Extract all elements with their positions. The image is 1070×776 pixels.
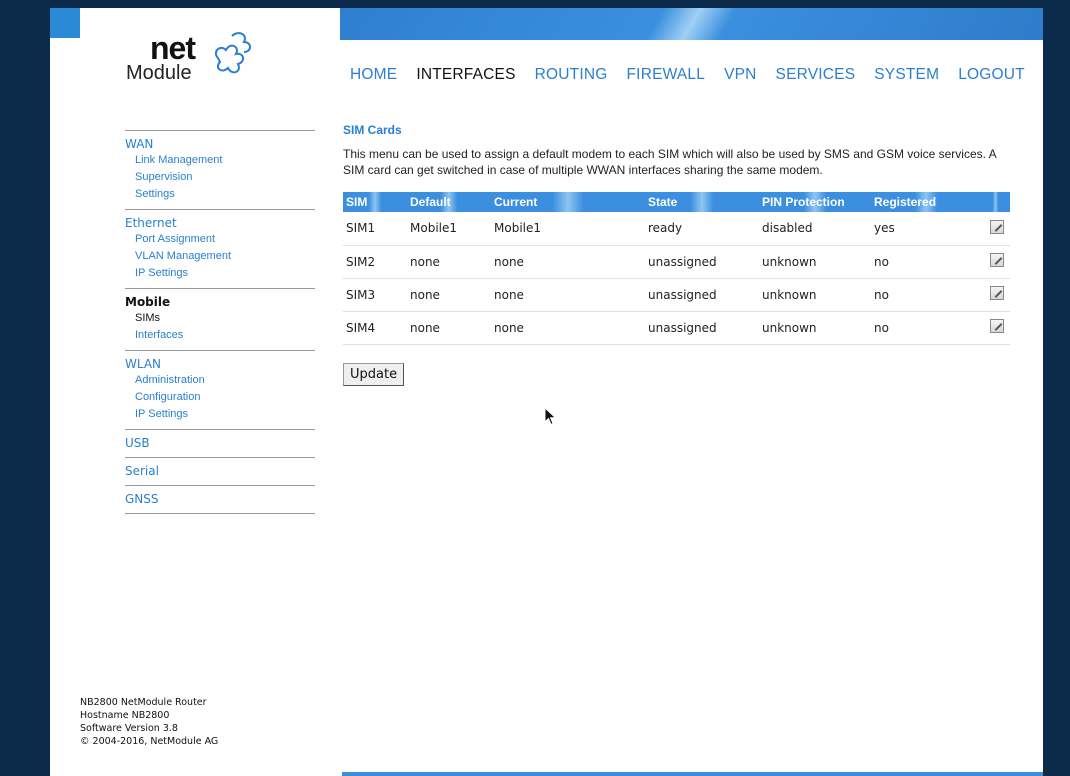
sidebar-item-vlan-management[interactable]: VLAN Management (135, 248, 315, 265)
table-cell: unassigned (645, 311, 759, 345)
update-button[interactable]: Update (343, 362, 405, 386)
sim-table: SIM Default Current State PIN Protection Regi… (343, 192, 1010, 345)
sidebar-item-interfaces[interactable]: Interfaces (135, 327, 315, 344)
sidebar: WAN Link Management Supervision Settings Eth… (125, 130, 315, 514)
sidebar-heading-usb[interactable]: USB (125, 435, 315, 451)
edit-icon[interactable] (990, 253, 1004, 267)
header-band (340, 8, 1043, 40)
edit-icon[interactable] (990, 319, 1004, 333)
sidebar-item-settings[interactable]: Settings (135, 186, 315, 203)
column-header: State (645, 192, 759, 212)
nav-logout[interactable]: LOGOUT (958, 66, 1025, 84)
sidebar-heading-gnss[interactable]: GNSS (125, 491, 315, 507)
table-cell: unknown (759, 278, 871, 312)
column-header: Registered (871, 192, 981, 212)
sidebar-heading-wan[interactable]: WAN (125, 136, 315, 152)
nav-firewall[interactable]: FIREWALL (627, 66, 706, 84)
sidebar-group-gnss: GNSS (125, 485, 315, 514)
footer-band (342, 772, 1043, 776)
sidebar-item-port-assignment[interactable]: Port Assignment (135, 231, 315, 248)
main-content: SIM Cards This menu can be used to assig… (343, 123, 1013, 386)
netmodule-logo[interactable]: net Module (116, 26, 266, 86)
table-cell: none (491, 278, 645, 312)
sidebar-item-configuration[interactable]: Configuration (135, 389, 315, 406)
table-cell: none (407, 245, 491, 279)
table-cell-actions (981, 212, 1010, 246)
table-cell: yes (871, 212, 981, 246)
table-cell: SIM3 (343, 278, 407, 312)
table-row: SIM3 none none unassigned unknown no (343, 278, 1010, 312)
sidebar-group-usb: USB (125, 429, 315, 457)
table-cell: no (871, 311, 981, 345)
table-row: SIM2 none none unassigned unknown no (343, 245, 1010, 279)
nav-system[interactable]: SYSTEM (874, 66, 939, 84)
nav-routing[interactable]: ROUTING (535, 66, 608, 84)
column-header: SIM (343, 192, 407, 212)
sim-table-header: SIM Default Current State PIN Protection Regi… (343, 192, 1010, 212)
table-cell: unassigned (645, 278, 759, 312)
column-header: Current (491, 192, 645, 212)
table-cell: SIM4 (343, 311, 407, 345)
edit-icon[interactable] (990, 219, 1004, 234)
device-info: NB2800 NetModule Router Hostname NB2800 So… (80, 696, 218, 748)
edit-icon[interactable] (990, 286, 1004, 300)
sidebar-group-wan: WAN Link Management Supervision Settings (125, 130, 315, 209)
sidebar-item-ip-settings[interactable]: IP Settings (135, 406, 315, 423)
table-cell: none (491, 245, 645, 279)
table-cell: unknown (759, 311, 871, 345)
logo-module-text: Module (126, 62, 192, 84)
table-cell-actions (981, 278, 1010, 312)
column-header: Default (407, 192, 491, 212)
sidebar-item-administration[interactable]: Administration (135, 372, 315, 389)
sidebar-group-ethernet: Ethernet Port Assignment VLAN Management IP… (125, 209, 315, 288)
device-info-line: Software Version 3.8 (80, 723, 178, 734)
table-cell: none (407, 278, 491, 312)
sidebar-item-link-management[interactable]: Link Management (135, 152, 315, 169)
page-description: This menu can be used to assign a defaul… (343, 147, 996, 177)
top-navigation: HOME INTERFACES ROUTING FIREWALL VPN SERVICES… (350, 66, 1043, 84)
puzzle-logo-icon (214, 32, 251, 74)
device-info-line: © 2004-2016, NetModule AG (80, 736, 219, 747)
table-cell: unassigned (645, 245, 759, 279)
nav-services[interactable]: SERVICES (776, 66, 856, 84)
sidebar-heading-ethernet[interactable]: Ethernet (125, 215, 315, 231)
mouse-cursor-icon (544, 407, 557, 426)
sidebar-heading-wlan[interactable]: WLAN (125, 356, 315, 372)
table-cell-actions (981, 311, 1010, 345)
nav-vpn[interactable]: VPN (724, 66, 756, 84)
table-cell: SIM1 (343, 212, 407, 246)
sidebar-item-sims[interactable]: SIMs (135, 310, 315, 327)
table-row: SIM4 none none unassigned unknown no (343, 311, 1010, 345)
table-cell: Mobile1 (491, 212, 645, 246)
column-header: PIN Protection (759, 192, 871, 212)
sidebar-item-supervision[interactable]: Supervision (135, 169, 315, 186)
table-cell: no (871, 245, 981, 279)
sidebar-group-serial: Serial (125, 457, 315, 485)
device-info-line: Hostname NB2800 (80, 710, 170, 721)
table-cell: ready (645, 212, 759, 246)
table-cell: SIM2 (343, 245, 407, 279)
sidebar-group-mobile: Mobile SIMs Interfaces (125, 288, 315, 350)
table-cell-actions (981, 245, 1010, 279)
table-cell: none (407, 311, 491, 345)
corner-accent (50, 8, 80, 38)
sidebar-group-wlan: WLAN Administration Configuration IP Settin… (125, 350, 315, 429)
sidebar-heading-serial[interactable]: Serial (125, 463, 315, 479)
page-frame: net Module HOME INTERFACES ROUTING FIREWALL… (50, 8, 1043, 776)
table-cell: none (491, 311, 645, 345)
sidebar-item-ip-settings[interactable]: IP Settings (135, 265, 315, 282)
table-cell: no (871, 278, 981, 312)
table-row: SIM1 Mobile1 Mobile1 ready disabled yes (343, 212, 1010, 246)
column-header-actions (981, 192, 1010, 212)
sidebar-heading-mobile[interactable]: Mobile (125, 294, 315, 310)
nav-home[interactable]: HOME (350, 66, 397, 84)
page-title: SIM Cards (343, 123, 402, 137)
table-cell: disabled (759, 212, 871, 246)
table-cell: unknown (759, 245, 871, 279)
table-cell: Mobile1 (407, 212, 491, 246)
nav-interfaces[interactable]: INTERFACES (416, 66, 515, 84)
device-info-line: NB2800 NetModule Router (80, 697, 207, 708)
